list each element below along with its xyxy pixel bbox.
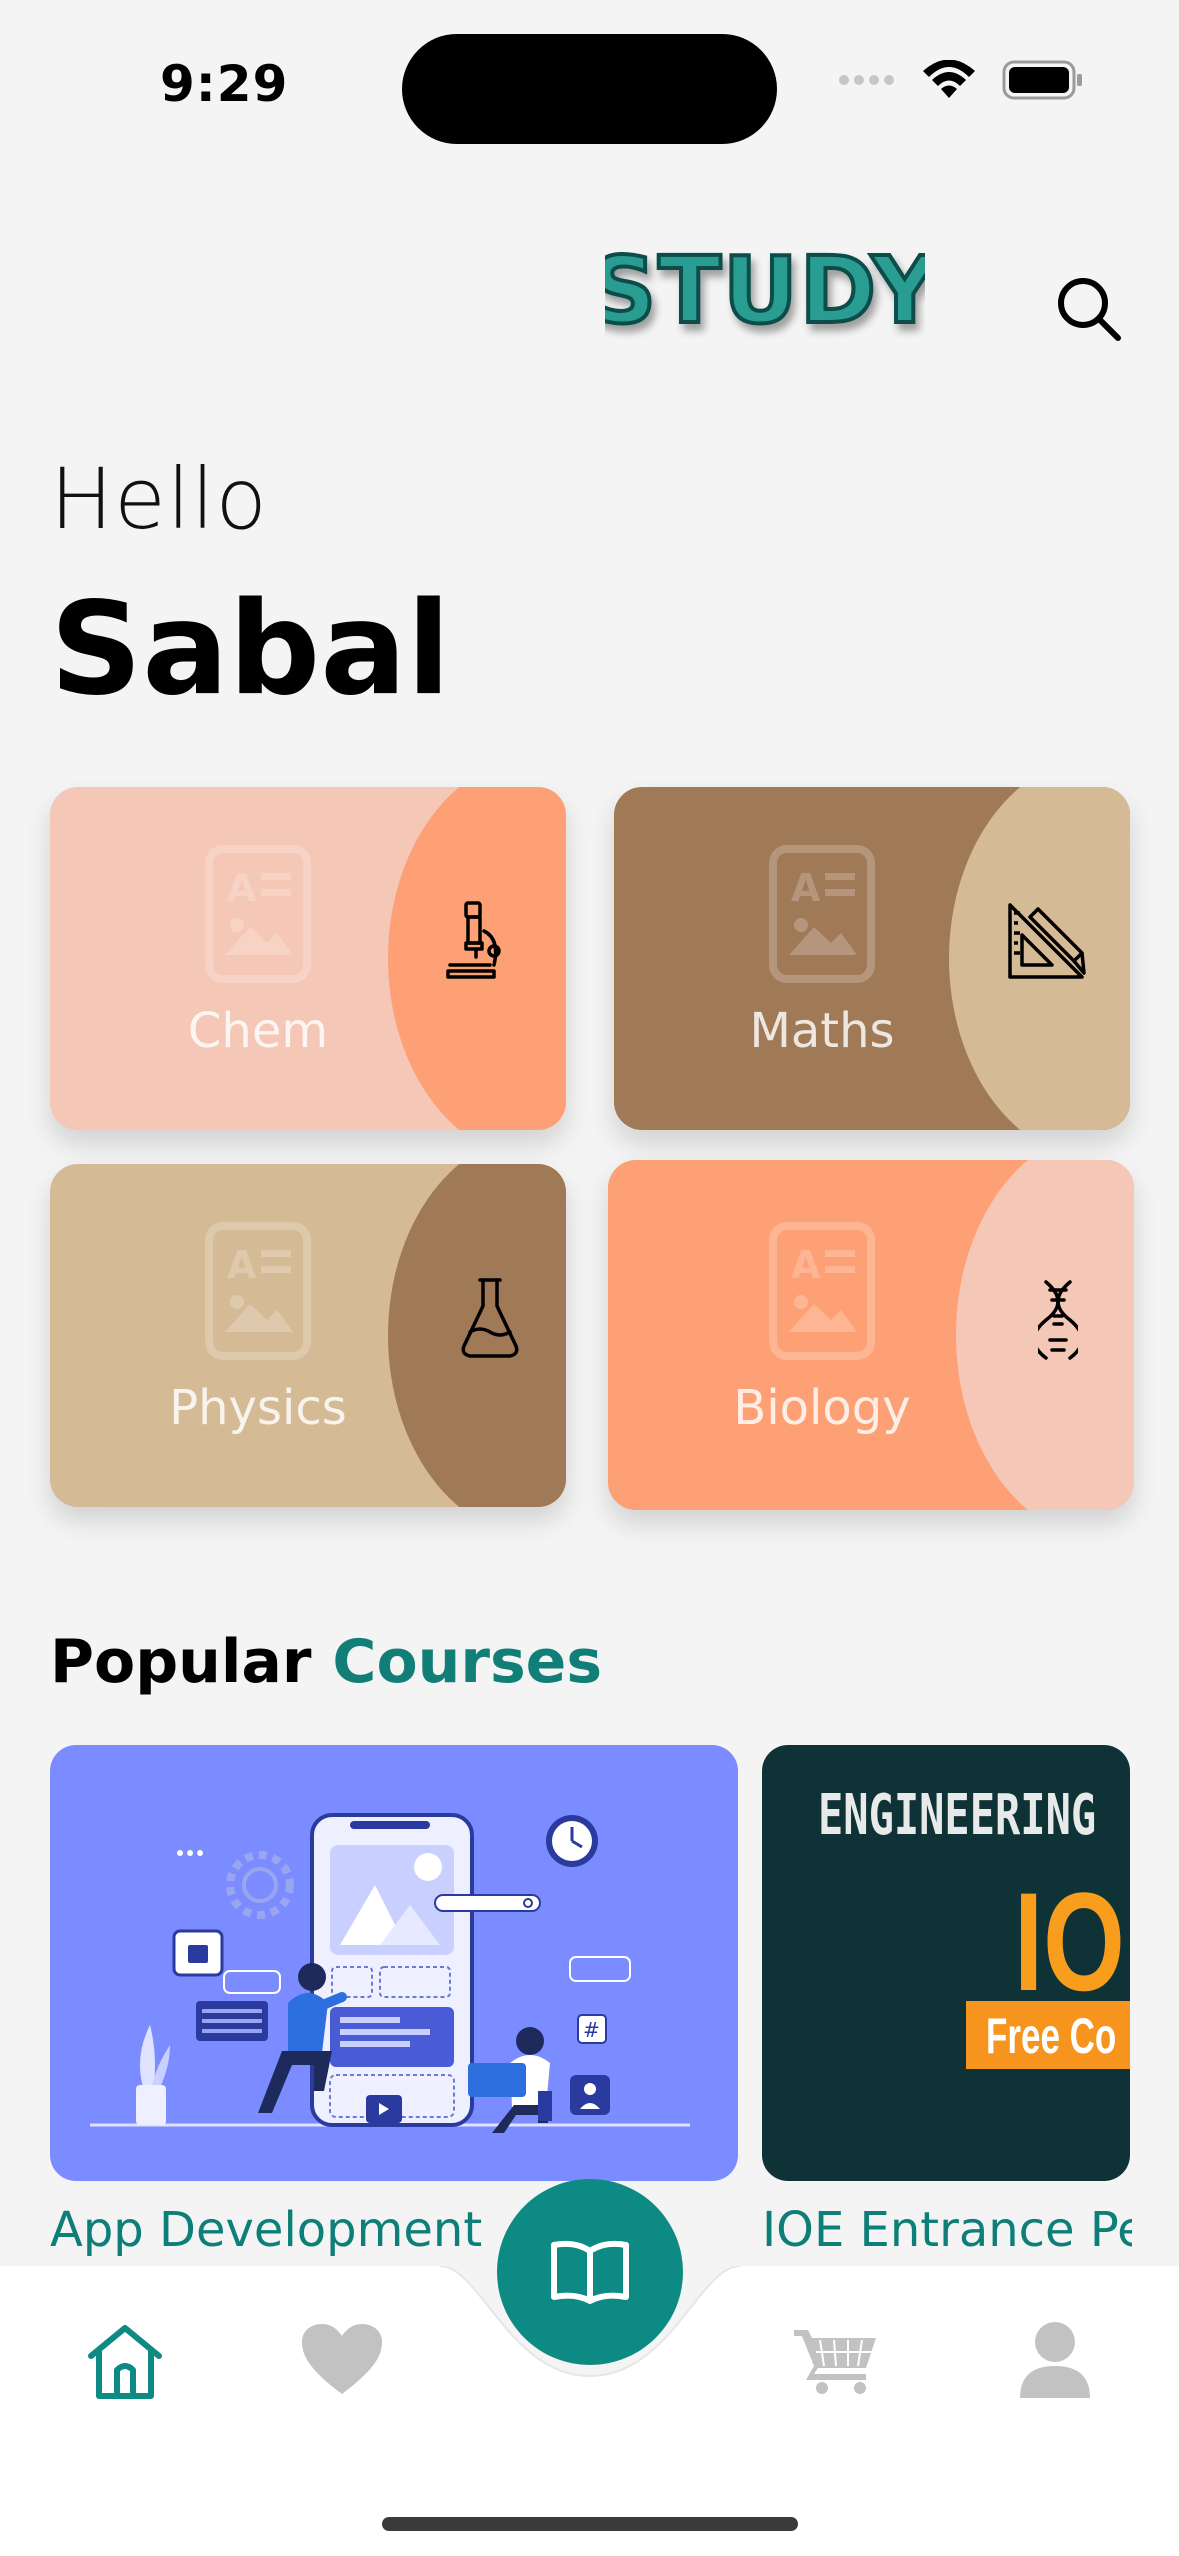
- document-image-icon: A: [769, 1222, 875, 1360]
- subject-label: Chem: [187, 1003, 329, 1059]
- greeting-hello: Hello: [50, 450, 268, 548]
- study-logo: STUDY: [605, 240, 925, 346]
- subject-card-chem[interactable]: A Chem: [50, 787, 566, 1130]
- course-image-text: ENGINEERING: [818, 1783, 1097, 1848]
- greeting-name: Sabal: [50, 575, 451, 724]
- status-icons: [838, 60, 1084, 100]
- course-card-ioe-entrance[interactable]: ENGINEERING IOI Free Co: [762, 1745, 1130, 2181]
- flask-icon: [461, 1278, 519, 1358]
- svg-text:STUDY: STUDY: [605, 240, 925, 344]
- book-button[interactable]: [497, 2179, 683, 2365]
- ruler-triangle-icon: [1008, 903, 1086, 979]
- home-icon: [88, 2325, 162, 2399]
- subject-label: Physics: [169, 1380, 347, 1436]
- subject-card-physics[interactable]: A Physics: [50, 1164, 566, 1507]
- section-title-main: Popular: [50, 1627, 312, 1697]
- book-icon: [551, 2240, 629, 2304]
- svg-text:A: A: [227, 1243, 257, 1287]
- course-title: App Development: [50, 2202, 483, 2258]
- dna-icon: [1038, 1280, 1078, 1360]
- svg-text:A: A: [227, 866, 257, 910]
- status-time: 9:29: [160, 55, 289, 113]
- document-image-icon: A: [205, 845, 311, 983]
- svg-text:A: A: [791, 1243, 821, 1287]
- course-title: IOE Entrance Pe: [762, 2202, 1132, 2258]
- svg-text:#: #: [583, 2018, 600, 2042]
- course-image-text: Free Co: [986, 2008, 1117, 2064]
- course-image-text: IOI: [1014, 1863, 1130, 2020]
- search-icon: [1058, 278, 1121, 341]
- wifi-icon: [923, 60, 975, 98]
- nav-home[interactable]: [83, 2320, 167, 2404]
- microscope-icon: [446, 901, 501, 979]
- svg-text:A: A: [791, 866, 821, 910]
- home-indicator: [382, 2517, 798, 2531]
- nav-favorites[interactable]: [300, 2322, 384, 2398]
- profile-icon: [1020, 2322, 1090, 2398]
- document-image-icon: A: [769, 845, 875, 983]
- nav-profile[interactable]: [1018, 2320, 1092, 2400]
- cart-icon: [794, 2330, 876, 2394]
- subject-label: Biology: [733, 1380, 911, 1436]
- battery-icon: [1002, 60, 1082, 100]
- section-title-accent: Courses: [332, 1627, 603, 1697]
- search-button[interactable]: [1050, 270, 1130, 350]
- heart-icon: [302, 2324, 382, 2394]
- subject-card-biology[interactable]: A Biology: [608, 1160, 1134, 1510]
- dynamic-island: [402, 34, 777, 144]
- nav-cart[interactable]: [794, 2326, 878, 2396]
- app-development-illustration: #: [90, 1813, 690, 2133]
- section-title: Popular Courses: [50, 1627, 602, 1697]
- course-card-app-development[interactable]: #: [50, 1745, 738, 2181]
- subject-card-maths[interactable]: A Maths: [614, 787, 1130, 1130]
- subject-label: Maths: [749, 1003, 895, 1059]
- document-image-icon: A: [205, 1222, 311, 1360]
- signal-icon: [839, 75, 894, 85]
